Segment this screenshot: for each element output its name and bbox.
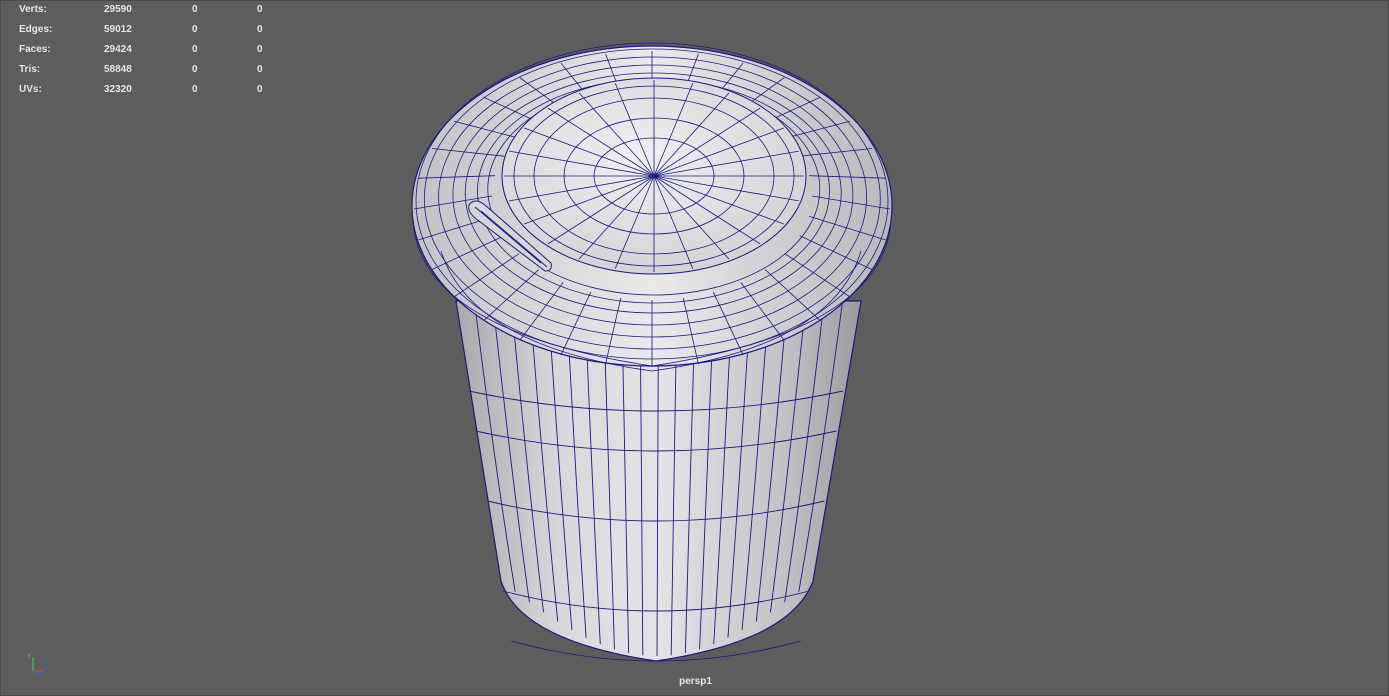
hud-value: 32320: [104, 84, 132, 95]
camera-name-label: persp1: [679, 676, 712, 687]
hud-value: 0: [257, 4, 263, 15]
hud-value: 0: [192, 4, 198, 15]
hud-value: 59012: [104, 24, 132, 35]
hud-value: 0: [192, 44, 198, 55]
hud-value: 0: [192, 84, 198, 95]
y-axis-label: y: [27, 651, 31, 659]
hud-value: 0: [257, 44, 263, 55]
hud-value: 29424: [104, 44, 132, 55]
hud-value: 0: [257, 84, 263, 95]
hud-value: 58848: [104, 64, 132, 75]
z-axis-label: z: [43, 665, 47, 673]
hud-label: UVs:: [19, 84, 42, 95]
trash-can-model[interactable]: [1, 1, 1389, 696]
3d-viewport[interactable]: Verts: 29590 0 0 Edges: 59012 0 0 Faces: 29424 0 0 T…: [0, 0, 1389, 696]
hud-value: 0: [257, 64, 263, 75]
axis-gizmo: y z: [27, 651, 47, 676]
hud-value: 0: [192, 64, 198, 75]
hud-label: Edges:: [19, 24, 53, 35]
hud-value: 0: [192, 24, 198, 35]
hud-value: 0: [257, 24, 263, 35]
lid-wireframe: [504, 80, 804, 272]
hud-label: Faces:: [19, 44, 51, 55]
hud-label: Verts:: [19, 4, 47, 15]
hud-value: 29590: [104, 4, 132, 15]
hud-label: Tris:: [19, 64, 41, 75]
